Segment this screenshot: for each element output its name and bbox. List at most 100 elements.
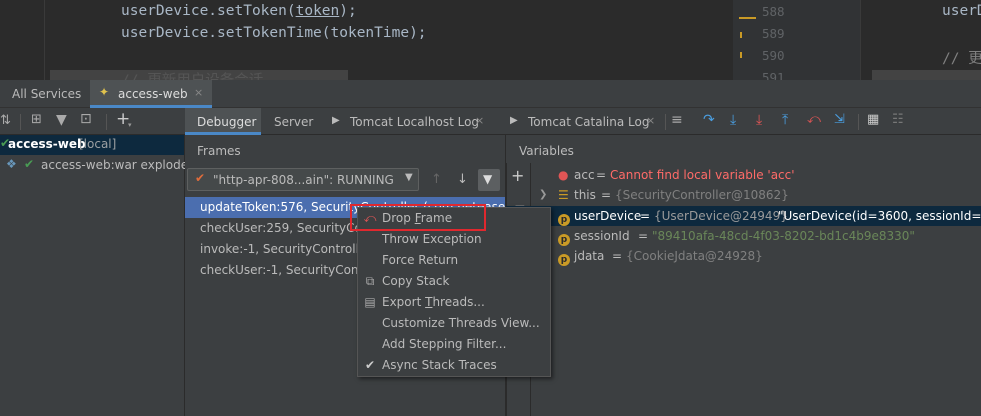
new-tab-icon[interactable]: ⊡ <box>80 111 92 127</box>
artifact-icon: ❖ <box>6 157 17 171</box>
line-number: 589 <box>762 26 785 41</box>
evaluate-expression-icon[interactable]: ▦ <box>867 112 879 127</box>
menu-item-customize-threads-view[interactable]: Customize Threads View... <box>358 313 550 334</box>
variable-value: Cannot find local variable 'acc' <box>610 168 795 182</box>
variable-row-acc[interactable]: ● acc = Cannot find local variable 'acc' <box>506 165 981 185</box>
code-token: ); <box>339 3 357 19</box>
collapse-all-icon[interactable]: ⇅ <box>0 113 11 128</box>
line-number: 588 <box>762 4 785 19</box>
menu-item-add-stepping-filter[interactable]: Add Stepping Filter... <box>358 334 550 355</box>
expand-arrow-icon[interactable]: ❯ <box>539 185 547 205</box>
dropdown-arrow-icon: ▾ <box>128 121 132 129</box>
filter-frames-button[interactable]: ▼ <box>478 169 500 191</box>
tab-tomcat-catalina-log[interactable]: Tomcat Catalina Log <box>528 115 649 129</box>
step-out-icon[interactable]: ⤒ <box>782 112 788 128</box>
tree-item-war-exploded[interactable]: ❖ ✔ access-web:war exploded <box>0 156 196 176</box>
close-icon[interactable]: × <box>646 114 655 127</box>
variable-name: jdata <box>574 249 605 263</box>
menu-item-export-threads[interactable]: ▤ Export Threads... <box>358 292 550 313</box>
parameter-icon: p <box>558 214 570 226</box>
menu-item-label: Async Stack Traces <box>382 358 497 372</box>
chevron-down-icon: ▼ <box>405 172 413 183</box>
menu-item-label: Export Threads... <box>382 295 485 309</box>
variable-name: sessionId <box>574 229 630 243</box>
editor-scrollbar-right[interactable] <box>872 70 981 80</box>
tree-root-suffix: [local] <box>79 137 117 151</box>
export-icon: ▤ <box>364 295 376 309</box>
console-icon: ▶ <box>332 115 340 126</box>
debug-tab-bar: Debugger Server ▶ Tomcat Localhost Log ×… <box>185 108 981 135</box>
editor-gutter <box>733 0 860 80</box>
variable-value: "89410afa-48cd-4f03-8202-bd1c4b9e8330" <box>652 229 915 243</box>
menu-item-force-return[interactable]: Force Return <box>358 250 550 271</box>
trace-icon[interactable]: ☷ <box>892 112 904 127</box>
editor-scrollbar[interactable] <box>50 70 348 80</box>
drop-frame-toolbar-icon[interactable]: ⤺ <box>807 112 821 127</box>
line-number: 591 <box>762 70 785 80</box>
code-editor[interactable]: userDevice.setToken(token); userDevice.se… <box>0 0 981 80</box>
variables-header: Variables <box>519 144 574 158</box>
close-icon[interactable]: × <box>194 86 203 99</box>
variable-row-this[interactable]: ❯ ☰ this = {SecurityController@10862} <box>506 185 981 205</box>
tree-child-label: access-web:war exploded <box>41 158 196 172</box>
tree-item-access-web[interactable]: ✔ access-web [local] <box>0 135 184 155</box>
code-token: token <box>295 3 340 19</box>
right-code-line-2: // 更 <box>942 51 981 67</box>
tomcat-icon: ✦ <box>99 85 110 99</box>
force-step-into-icon[interactable]: ⤓ <box>756 112 762 128</box>
check-icon: ✔ <box>364 358 376 372</box>
tab-access-web-label: access-web <box>118 87 188 101</box>
tab-debugger[interactable]: Debugger <box>185 108 261 135</box>
code-token: userDevice.setToken( <box>121 3 296 19</box>
suspended-check-icon: ✔ <box>195 171 206 185</box>
next-frame-icon[interactable]: ↓ <box>457 172 468 187</box>
variable-tostring: "UserDevice(id=3600, sessionId=b3 <box>778 209 981 223</box>
frame-context-menu: ⤺ Drop Frame Throw Exception Force Retur… <box>357 207 551 377</box>
show-execution-point-icon[interactable]: ≡ <box>671 112 683 128</box>
highlight-box <box>350 204 486 231</box>
tab-all-services[interactable]: All Services <box>12 87 81 101</box>
tab-debugger-label: Debugger <box>197 115 257 129</box>
parameter-icon: p <box>558 234 570 246</box>
variable-name: userDevice <box>574 209 642 223</box>
close-icon[interactable]: × <box>475 114 484 127</box>
tab-server[interactable]: Server <box>274 115 313 129</box>
tab-tomcat-localhost-log[interactable]: Tomcat Localhost Log <box>350 115 479 129</box>
variable-row-userdevice[interactable]: p userDevice = {UserDevice@24949} "UserD… <box>506 206 981 226</box>
menu-item-copy-stack[interactable]: ⧉ Copy Stack <box>358 271 550 292</box>
variable-value: {SecurityController@10862} <box>615 188 789 202</box>
variable-value: {UserDevice@24949} <box>654 209 788 223</box>
menu-item-async-stack-traces[interactable]: ✔ Async Stack Traces <box>358 355 550 376</box>
step-over-icon[interactable]: ↷ <box>703 112 715 128</box>
parameter-icon: p <box>558 254 570 266</box>
variable-name: this <box>574 188 596 202</box>
frames-header: Frames <box>197 144 241 158</box>
run-to-cursor-icon[interactable]: ⇲ <box>834 112 845 127</box>
field-list-icon: ☰ <box>558 188 569 202</box>
code-token: userDevice.setTokenTime(tokenTime); <box>121 25 427 41</box>
menu-item-throw-exception[interactable]: Throw Exception <box>358 229 550 250</box>
error-icon: ● <box>558 168 569 182</box>
variable-value: {CookieJdata@24928} <box>626 249 763 263</box>
tree-root-label: access-web <box>8 137 86 151</box>
step-into-icon[interactable]: ⤓ <box>730 112 736 128</box>
filter-icon: ▼ <box>483 172 493 186</box>
filter-icon[interactable]: ▼ <box>56 112 67 128</box>
thread-select[interactable]: ✔ "http-apr-808...ain": RUNNING ▼ <box>187 168 419 191</box>
code-line[interactable]: userDevice.setTokenTime(tokenTime); <box>121 25 427 41</box>
services-tab-bar: All Services ✦ access-web × <box>0 80 981 108</box>
previous-frame-icon[interactable]: ↑ <box>431 172 442 187</box>
line-number: 590 <box>762 48 785 63</box>
group-by-icon[interactable]: ⊞ <box>31 112 42 127</box>
variable-name: acc <box>574 168 595 182</box>
menu-item-label: Copy Stack <box>382 274 450 288</box>
variable-row-sessionid[interactable]: p sessionId = "89410afa-48cd-4f03-8202-b… <box>506 226 981 246</box>
services-tree: ✔ access-web [local] ❖ ✔ access-web:war … <box>0 135 196 416</box>
variable-row-jdata[interactable]: p jdata = {CookieJdata@24928} <box>506 246 981 266</box>
thread-select-value: "http-apr-808...ain": RUNNING <box>213 173 394 187</box>
copy-icon: ⧉ <box>365 274 375 288</box>
right-code-line-1: userD <box>942 3 981 19</box>
code-line[interactable]: userDevice.setToken(token); <box>121 3 357 19</box>
tab-access-web[interactable]: ✦ access-web × <box>90 80 212 108</box>
deployed-check-icon: ✔ <box>24 157 35 171</box>
